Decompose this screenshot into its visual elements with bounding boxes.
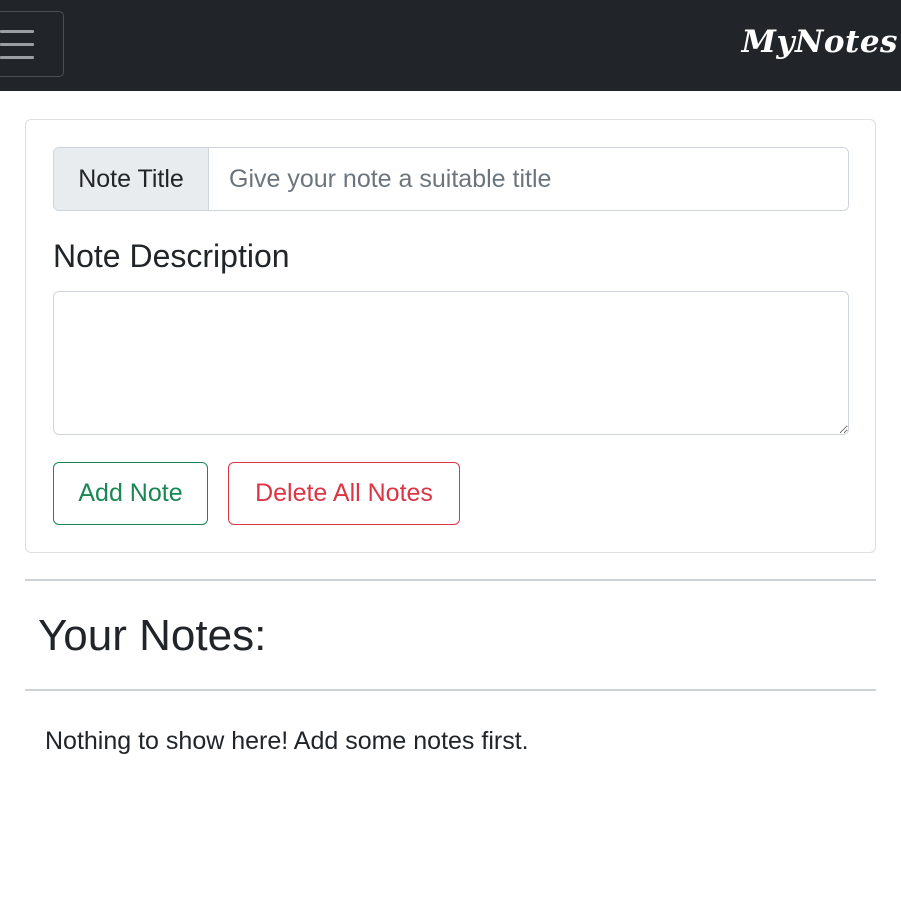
note-description-label: Note Description (53, 238, 290, 274)
note-description-textarea[interactable] (53, 291, 849, 435)
divider (25, 579, 876, 581)
add-note-button[interactable]: Add Note (53, 462, 208, 525)
note-form-card: Note Title Note Description Add Note Del… (25, 119, 876, 553)
navbar: MyNotes (0, 0, 901, 91)
delete-all-notes-button[interactable]: Delete All Notes (228, 462, 460, 525)
divider (25, 689, 876, 691)
empty-notes-message: Nothing to show here! Add some notes fir… (45, 727, 529, 755)
navbar-toggler-button[interactable] (0, 11, 64, 77)
note-title-input[interactable] (209, 148, 848, 210)
note-title-label: Note Title (54, 148, 209, 210)
your-notes-heading: Your Notes: (38, 611, 267, 660)
brand-logo[interactable]: MyNotes (742, 24, 898, 60)
title-input-group: Note Title (53, 147, 849, 211)
